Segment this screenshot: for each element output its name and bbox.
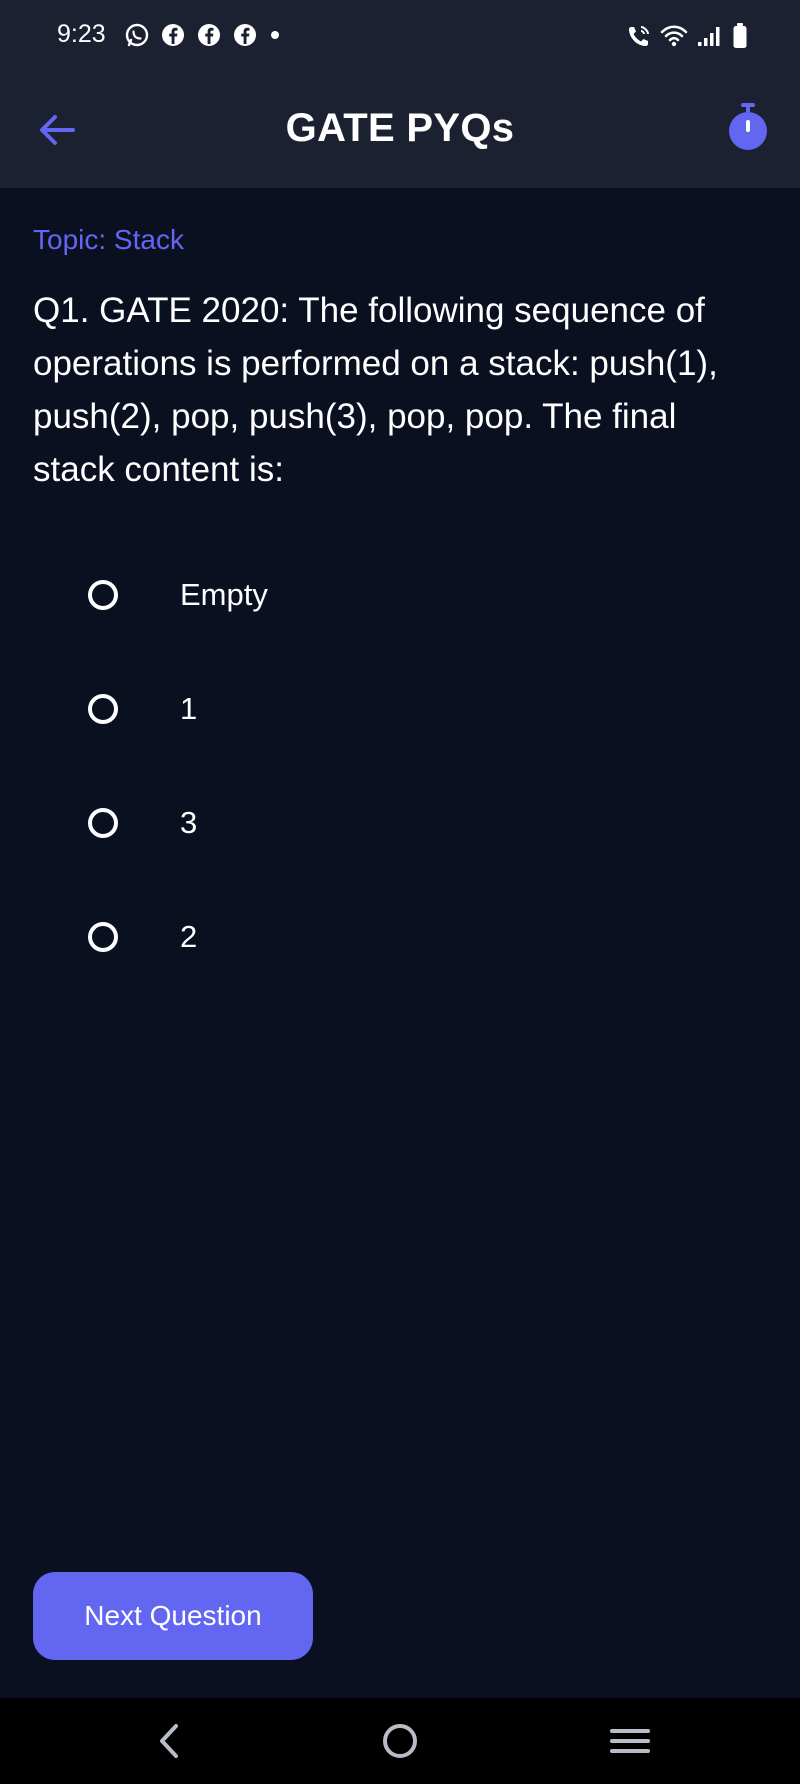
option-2[interactable]: 2 <box>0 880 800 994</box>
option-empty[interactable]: Empty <box>0 538 800 652</box>
dot-icon <box>268 22 282 53</box>
option-label: 3 <box>180 805 198 840</box>
notification-icons <box>124 22 282 53</box>
option-label: 1 <box>180 691 198 726</box>
facebook-icon <box>232 22 258 53</box>
page-title: GATE PYQs <box>285 106 515 150</box>
nav-home-button[interactable] <box>370 1716 430 1766</box>
facebook-icon <box>196 22 222 53</box>
option-3[interactable]: 3 <box>0 766 800 880</box>
status-time: 9:23 <box>57 20 106 48</box>
system-nav-bar <box>0 1698 800 1784</box>
radio-button-unselected[interactable] <box>88 694 118 724</box>
system-icons <box>626 22 748 55</box>
stopwatch-icon <box>726 103 770 155</box>
next-question-button[interactable]: Next Question <box>33 1572 313 1660</box>
radio-button-unselected[interactable] <box>88 808 118 838</box>
nav-recents-button[interactable] <box>600 1716 660 1766</box>
wifi-call-icon <box>626 23 652 54</box>
battery-icon <box>732 22 748 55</box>
facebook-icon <box>160 22 186 53</box>
whatsapp-icon <box>124 22 150 53</box>
option-label: 2 <box>180 919 198 954</box>
recents-nav-icon <box>600 1729 660 1769</box>
option-label: Empty <box>180 577 268 612</box>
timer-button[interactable] <box>724 102 772 154</box>
nav-back-button[interactable] <box>140 1716 200 1766</box>
quiz-screen: 9:23 GATE PYQs Topic: Stack Q1. GATE 202… <box>0 0 800 1784</box>
status-bar: 9:23 <box>0 0 800 72</box>
question-text: Q1. GATE 2020: The following sequence of… <box>33 291 718 489</box>
radio-button-unselected[interactable] <box>88 922 118 952</box>
back-nav-icon <box>140 1724 200 1769</box>
home-nav-icon <box>370 1724 430 1769</box>
option-1[interactable]: 1 <box>0 652 800 766</box>
topic-label: Topic: Stack <box>33 224 184 255</box>
app-bar: GATE PYQs <box>0 72 800 188</box>
answer-options: Empty 1 3 2 <box>0 538 800 994</box>
signal-icon <box>696 23 724 54</box>
wifi-icon <box>660 23 688 54</box>
radio-button-unselected[interactable] <box>88 580 118 610</box>
